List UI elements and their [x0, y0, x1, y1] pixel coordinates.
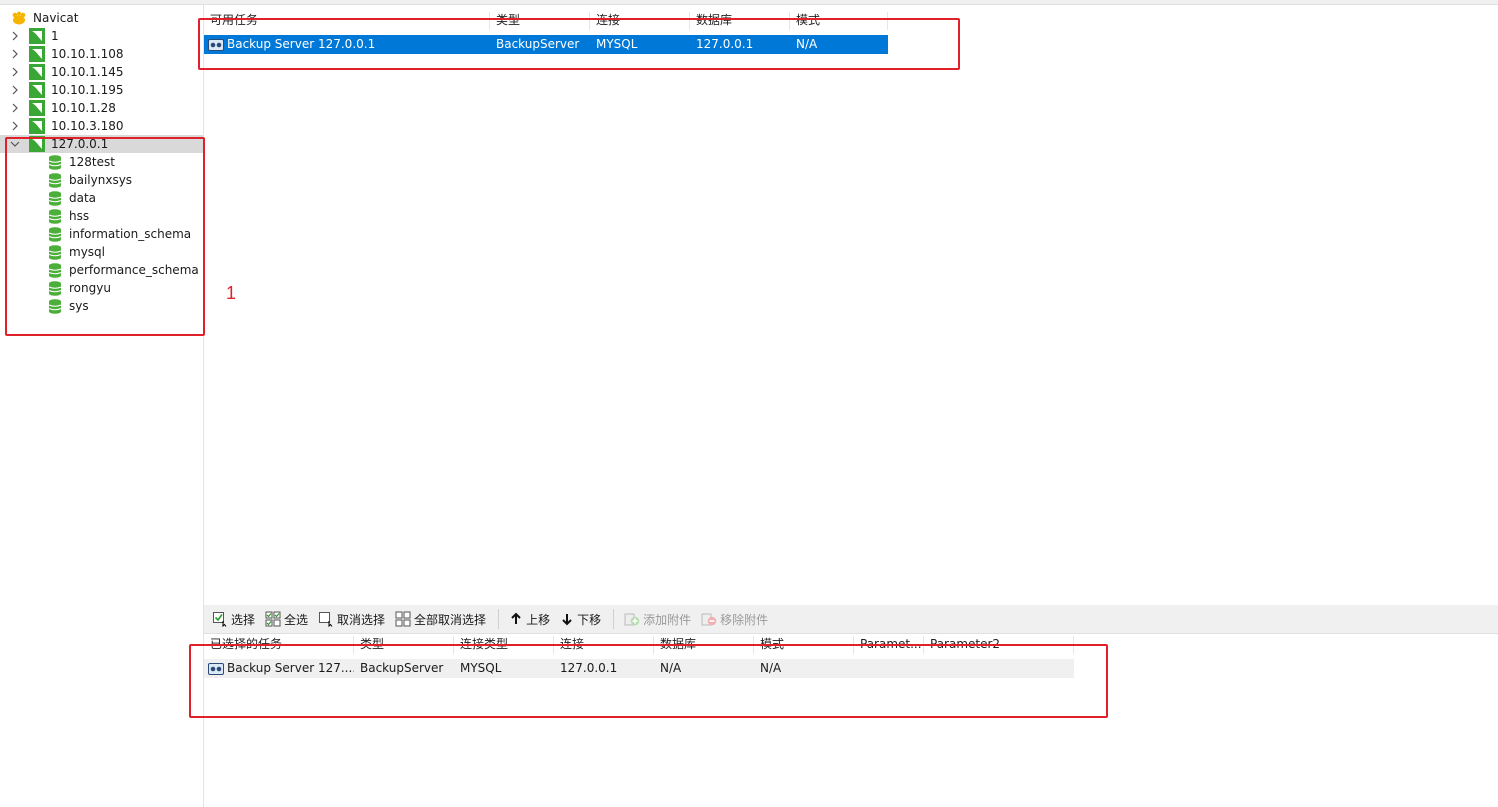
mysql-connection-icon: [29, 100, 45, 116]
move-down-label: 下移: [577, 612, 602, 627]
navicat-logo-icon: [12, 11, 26, 25]
connection-label: 10.10.1.195: [51, 83, 124, 97]
connection-label: 10.10.3.180: [51, 119, 124, 133]
mysql-connection-icon: [29, 46, 45, 62]
tree-connection[interactable]: 10.10.1.28: [0, 99, 203, 117]
select-all-icon: [265, 611, 281, 627]
tree-root-navicat[interactable]: Navicat: [0, 9, 203, 27]
deselect-all-label: 全部取消选择: [414, 612, 487, 627]
toolbar-separator: [613, 609, 615, 629]
remove-attachment-icon: [701, 613, 717, 626]
checkbox-checked-icon: [213, 612, 227, 627]
connection-label: 10.10.1.108: [51, 47, 124, 61]
remove-attachment-label: 移除附件: [720, 612, 769, 627]
select-button[interactable]: 选择: [208, 608, 259, 630]
deselect-all-button[interactable]: 全部取消选择: [391, 608, 490, 630]
chevron-right-icon[interactable]: [10, 49, 20, 59]
chevron-right-icon[interactable]: [10, 67, 20, 77]
tree-root-label: Navicat: [33, 11, 79, 25]
tree-connection[interactable]: 1: [0, 27, 203, 45]
tree-connection[interactable]: 10.10.1.145: [0, 63, 203, 81]
deselect-label: 取消选择: [337, 612, 386, 627]
task-toolbar: 选择 全选 取消选择 全部取消选择 上移 下移 添加附件 移除附件: [204, 605, 1498, 634]
add-attachment-button[interactable]: 添加附件: [620, 608, 695, 630]
chevron-right-icon[interactable]: [10, 85, 20, 95]
add-attachment-icon: [624, 613, 640, 626]
mysql-connection-icon: [29, 82, 45, 98]
move-up-button[interactable]: 上移: [505, 608, 554, 630]
annotation-box-database-tree: [5, 137, 205, 336]
connection-label: 1: [51, 29, 59, 43]
tree-connection[interactable]: 10.10.1.195: [0, 81, 203, 99]
arrow-down-icon: [562, 614, 572, 626]
deselect-button[interactable]: 取消选择: [314, 608, 389, 630]
move-down-button[interactable]: 下移: [556, 608, 605, 630]
annotation-box-selected-tasks: [189, 644, 1108, 718]
connection-label: 10.10.1.28: [51, 101, 116, 115]
mysql-connection-icon: [29, 28, 45, 44]
annotation-box-available-tasks: [198, 18, 960, 70]
select-all-label: 全选: [284, 612, 309, 627]
deselect-all-icon: [395, 611, 411, 627]
remove-attachment-button[interactable]: 移除附件: [697, 608, 772, 630]
chevron-right-icon[interactable]: [10, 121, 20, 131]
arrow-up-icon: [511, 612, 521, 624]
mysql-connection-icon: [29, 64, 45, 80]
add-attachment-label: 添加附件: [643, 612, 692, 627]
annotation-number: 1: [226, 283, 237, 303]
select-all-button[interactable]: 全选: [261, 608, 312, 630]
navigation-tree[interactable]: Navicat 1 10.10.1.108 10.10.1.145 10.10.…: [0, 5, 204, 807]
tree-connection[interactable]: 10.10.3.180: [0, 117, 203, 135]
move-up-label: 上移: [526, 612, 551, 627]
window-top-border: [0, 0, 1498, 5]
mysql-connection-icon: [29, 118, 45, 134]
toolbar-separator: [498, 609, 500, 629]
chevron-right-icon[interactable]: [10, 31, 20, 41]
select-label: 选择: [231, 612, 256, 627]
chevron-right-icon[interactable]: [10, 103, 20, 113]
connection-label: 10.10.1.145: [51, 65, 124, 79]
checkbox-empty-icon: [319, 612, 333, 627]
tree-connection[interactable]: 10.10.1.108: [0, 45, 203, 63]
